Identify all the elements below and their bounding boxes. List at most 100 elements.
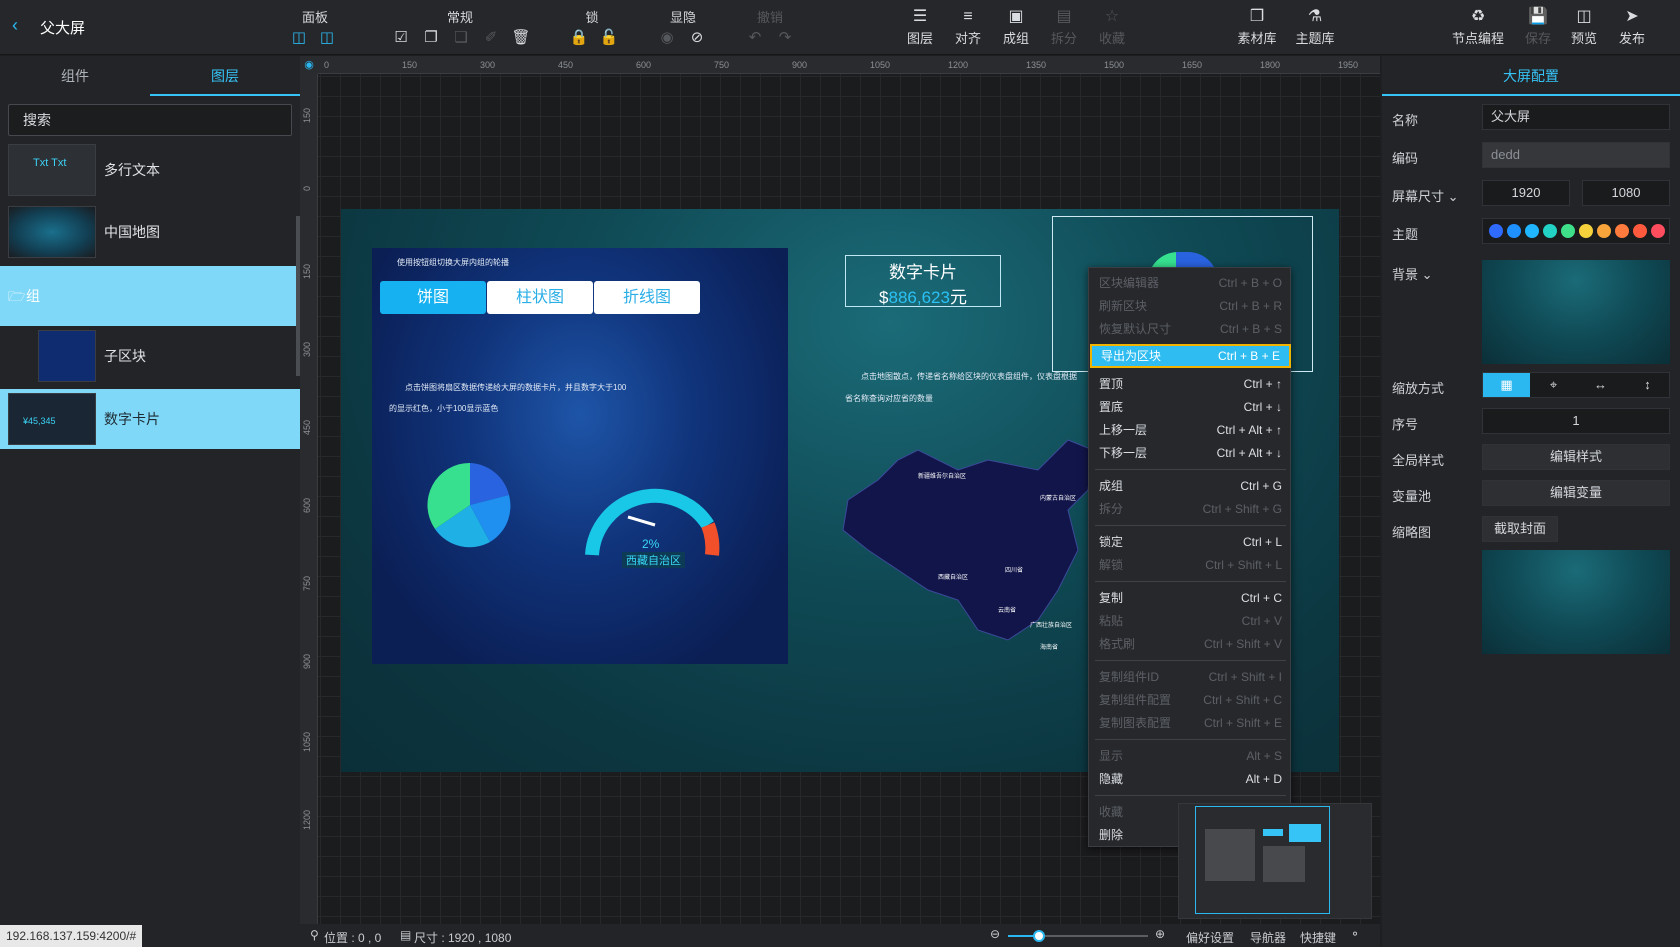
menu-item[interactable]: 置底 Ctrl + ↓ (1089, 396, 1292, 418)
name-input[interactable]: 父大屏 (1482, 104, 1670, 130)
menu-item[interactable]: 上移一层 Ctrl + Alt + ↑ (1089, 419, 1292, 441)
bulb-icon[interactable]: ⚬ (1350, 927, 1360, 941)
background-preview[interactable] (1482, 260, 1670, 364)
preview-button[interactable]: ◫ 预览 (1564, 6, 1604, 47)
menu-item[interactable]: 显示 Alt + S (1089, 745, 1292, 767)
hide-icon[interactable]: ⊘ (686, 28, 708, 48)
theme-color-swatch[interactable] (1615, 224, 1629, 238)
menu-item[interactable]: 解锁 Ctrl + Shift + L (1089, 554, 1292, 576)
checkbox-icon[interactable]: ☑ (390, 28, 412, 48)
tab-bar[interactable]: 柱状图 (487, 281, 593, 314)
left-panel-icon[interactable]: ◫ (288, 28, 310, 48)
chevron-down-icon[interactable]: ⌄ (1422, 267, 1433, 282)
layer-button[interactable]: ☰ 图层 (900, 6, 940, 47)
layer-item[interactable]: 子区块 (0, 326, 300, 386)
back-icon[interactable]: ‹ (12, 15, 18, 36)
save-button[interactable]: 💾 保存 (1518, 6, 1558, 47)
layer-item[interactable]: ¥45,345 数字卡片 (0, 389, 300, 449)
undo-icon[interactable]: ↶ (744, 28, 766, 48)
unlock-icon[interactable]: 🔓 (598, 28, 620, 48)
menu-item[interactable]: 格式刷 Ctrl + Shift + V (1089, 633, 1292, 655)
tab-pie[interactable]: 饼图 (380, 281, 486, 314)
minimap-block (1289, 824, 1321, 842)
theme-color-swatch[interactable] (1633, 224, 1647, 238)
tab-components[interactable]: 组件 (0, 56, 150, 96)
menu-item[interactable]: 刷新区块 Ctrl + B + R (1089, 295, 1292, 317)
favorite-button[interactable]: ☆ 收藏 (1092, 6, 1132, 47)
material-library-button[interactable]: ❒ 素材库 (1232, 6, 1282, 47)
align-button[interactable]: ≡ 对齐 (948, 6, 988, 47)
scale-width-icon[interactable]: ↔ (1577, 373, 1624, 397)
menu-item[interactable]: 复制组件ID Ctrl + Shift + I (1089, 666, 1292, 688)
shortcut-button[interactable]: 快捷键 (1300, 929, 1336, 946)
theme-color-swatch[interactable] (1543, 224, 1557, 238)
layer-item[interactable]: Txt Txt 多行文本 (0, 140, 300, 200)
digital-card[interactable]: 数字卡片 $886,623元 (845, 255, 1001, 307)
theme-color-swatch[interactable] (1579, 224, 1593, 238)
zoom-handle[interactable] (1032, 930, 1045, 942)
theme-picker[interactable] (1482, 218, 1670, 244)
menu-item[interactable]: 恢复默认尺寸 Ctrl + B + S (1089, 318, 1292, 340)
pie-chart[interactable] (405, 455, 535, 555)
menu-item[interactable]: 复制 Ctrl + C (1089, 587, 1292, 609)
chevron-down-icon[interactable]: ⌄ (1448, 189, 1459, 204)
height-input[interactable]: 1080 (1582, 180, 1670, 206)
minimap[interactable] (1178, 803, 1372, 919)
zoom-slider[interactable] (1008, 930, 1148, 942)
node-programming-button[interactable]: ♻ 节点编程 (1448, 6, 1508, 47)
menu-item[interactable]: 复制图表配置 Ctrl + Shift + E (1089, 712, 1292, 734)
theme-color-swatch[interactable] (1525, 224, 1539, 238)
gauge-label: 西藏自治区 (622, 552, 685, 568)
menu-item[interactable]: 区块编辑器 Ctrl + B + O (1089, 272, 1292, 294)
navigator-button[interactable]: 导航器 (1250, 929, 1286, 946)
edit-variable-button[interactable]: 编辑变量 (1482, 480, 1670, 506)
menu-item[interactable]: 成组 Ctrl + G (1089, 475, 1292, 497)
theme-color-swatch[interactable] (1507, 224, 1521, 238)
split-button[interactable]: ▤ 拆分 (1044, 6, 1084, 47)
paste-icon[interactable]: ❏ (450, 28, 472, 48)
format-brush-icon[interactable]: ✐ (480, 28, 502, 48)
delete-icon[interactable]: 🗑 (510, 28, 532, 48)
right-panel-icon[interactable]: ◫ (316, 28, 338, 48)
copy-icon[interactable]: ❐ (420, 28, 442, 48)
code-input[interactable]: dedd (1482, 142, 1670, 168)
theme-color-swatch[interactable] (1597, 224, 1611, 238)
eye-icon[interactable]: ◉ (300, 56, 318, 74)
scale-height-icon[interactable]: ↕ (1624, 373, 1671, 397)
menu-item[interactable]: 置顶 Ctrl + ↑ (1089, 373, 1292, 395)
show-icon[interactable]: ◉ (656, 28, 678, 48)
tab-line[interactable]: 折线图 (594, 281, 700, 314)
width-input[interactable]: 1920 (1482, 180, 1570, 206)
tab-layers[interactable]: 图层 (150, 56, 300, 96)
menu-item[interactable]: 下移一层 Ctrl + Alt + ↓ (1089, 442, 1292, 464)
menu-item[interactable]: 隐藏 Alt + D (1089, 768, 1292, 790)
edit-style-button[interactable]: 编辑样式 (1482, 444, 1670, 470)
menu-item[interactable]: 锁定 Ctrl + L (1089, 531, 1292, 553)
menu-item[interactable]: 导出为区块 Ctrl + B + E (1090, 344, 1291, 368)
group-button[interactable]: ▣ 成组 (996, 6, 1036, 47)
scale-full-icon[interactable]: ⌖ (1530, 373, 1577, 397)
layer-item[interactable]: 中国地图 (0, 202, 300, 262)
map-thumbnail (8, 206, 96, 258)
lock-icon[interactable]: 🔒 (568, 28, 590, 48)
zoom-out-icon[interactable]: ⊖ (990, 927, 1000, 941)
capture-cover-button[interactable]: 截取封面 (1482, 516, 1558, 542)
publish-button[interactable]: ➤ 发布 (1612, 6, 1652, 47)
theme-color-swatch[interactable] (1489, 224, 1503, 238)
menu-item[interactable]: 粘贴 Ctrl + V (1089, 610, 1292, 632)
zoom-in-icon[interactable]: ⊕ (1155, 927, 1165, 941)
theme-library-button[interactable]: ⚗ 主题库 (1290, 6, 1340, 47)
redo-icon[interactable]: ↷ (774, 28, 796, 48)
order-input[interactable]: 1 (1482, 408, 1670, 434)
right-panel: 大屏配置 名称 父大屏 编码 dedd 屏幕尺寸 ⌄ 1920 1080 主题 … (1382, 56, 1680, 947)
scale-fit-icon[interactable]: ▦ (1483, 373, 1530, 397)
china-map[interactable] (838, 430, 1098, 650)
layer-item-group[interactable]: 🗁 组 (0, 266, 300, 326)
preference-button[interactable]: 偏好设置 (1186, 929, 1234, 946)
theme-color-swatch[interactable] (1561, 224, 1575, 238)
scale-options[interactable]: ▦ ⌖ ↔ ↕ (1482, 372, 1670, 398)
search-input[interactable]: 搜索 (8, 104, 292, 136)
menu-item[interactable]: 拆分 Ctrl + Shift + G (1089, 498, 1292, 520)
menu-item[interactable]: 复制组件配置 Ctrl + Shift + C (1089, 689, 1292, 711)
theme-color-swatch[interactable] (1651, 224, 1665, 238)
